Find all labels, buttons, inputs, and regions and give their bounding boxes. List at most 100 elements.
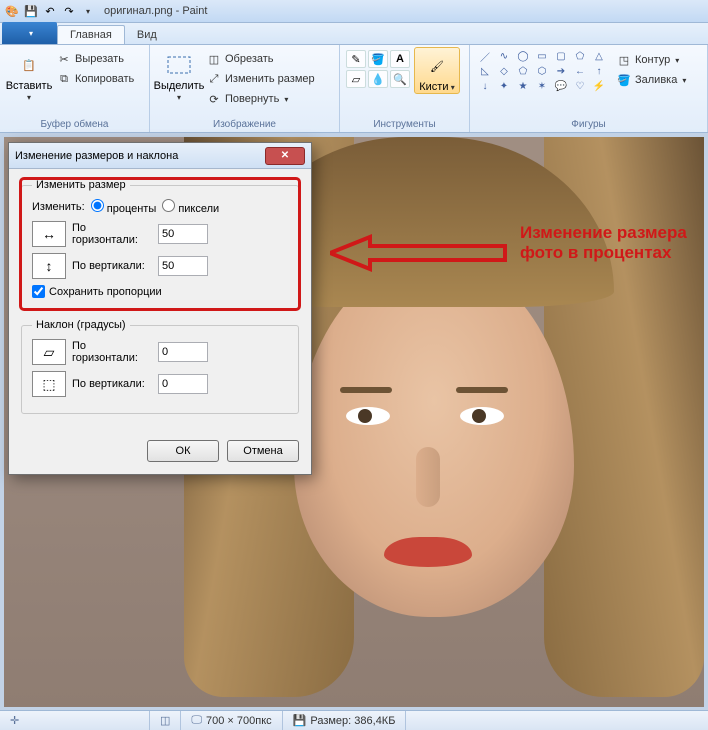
brush-icon: 🖌	[422, 52, 452, 80]
paste-icon: 📋	[14, 51, 44, 79]
shape-star6-icon[interactable]: ✶	[533, 79, 551, 93]
shapes-gallery[interactable]: ／∿◯▭▢⬠△ ◺◇⬠⬡➔←↑ ↓✦★✶💬♡⚡	[476, 47, 608, 93]
app-icon: 🎨	[4, 3, 20, 19]
picker-tool-icon[interactable]: 💧	[368, 70, 388, 88]
redo-icon[interactable]: ↷	[61, 3, 77, 19]
selection-icon: ◫	[160, 714, 170, 727]
group-clipboard-label: Буфер обмена	[6, 119, 143, 132]
eraser-tool-icon[interactable]: ▱	[346, 70, 366, 88]
status-dimensions: 🖵700 × 700пкс	[181, 711, 282, 730]
cancel-button[interactable]: Отмена	[227, 440, 299, 462]
radio-pixels[interactable]: пиксели	[162, 199, 219, 215]
quick-access-toolbar: 🎨 💾 ↶ ↷ ▾	[4, 3, 96, 19]
zoom-tool-icon[interactable]: 🔍	[390, 70, 410, 88]
group-tools-label: Инструменты	[346, 119, 463, 132]
shape-rect-icon[interactable]: ▭	[533, 49, 551, 63]
select-label: Выделить	[154, 81, 205, 103]
keep-ratio-checkbox[interactable]: Сохранить пропорции	[32, 285, 288, 298]
horiz-input[interactable]	[158, 224, 208, 244]
shape-diamond-icon[interactable]: ◇	[495, 64, 513, 78]
copy-icon: ⧉	[56, 71, 72, 87]
shape-pentagon-icon[interactable]: ⬠	[514, 64, 532, 78]
skew-horiz-input[interactable]	[158, 342, 208, 362]
title-bar: 🎨 💾 ↶ ↷ ▾ оригинал.png - Paint	[0, 0, 708, 23]
group-clipboard: 📋 Вставить ✂Вырезать ⧉Копировать Буфер о…	[0, 45, 150, 132]
outline-icon: ◳	[616, 52, 632, 68]
crop-button[interactable]: ◫Обрезать	[206, 50, 315, 68]
status-bar: ✛ ◫ 🖵700 × 700пкс 💾Размер: 386,4КБ	[0, 710, 708, 730]
pencil-tool-icon[interactable]: ✎	[346, 50, 366, 68]
annotation-arrow-icon	[330, 233, 510, 278]
shape-roundrect-icon[interactable]: ▢	[552, 49, 570, 63]
shape-star5-icon[interactable]: ★	[514, 79, 532, 93]
shape-callout-icon[interactable]: 💬	[552, 79, 570, 93]
skew-legend: Наклон (градусы)	[32, 319, 130, 331]
rotate-icon: ⟳	[206, 91, 222, 107]
tab-view[interactable]: Вид	[125, 26, 169, 44]
window-title: оригинал.png - Paint	[104, 5, 207, 17]
status-selection: ◫	[150, 711, 181, 730]
shape-oval-icon[interactable]: ◯	[514, 49, 532, 63]
shape-line-icon[interactable]: ／	[476, 49, 494, 63]
group-image-label: Изображение	[156, 119, 333, 132]
save-icon[interactable]: 💾	[23, 3, 39, 19]
keep-ratio-input[interactable]	[32, 285, 45, 298]
vert-input[interactable]	[158, 256, 208, 276]
shape-arrow-r-icon[interactable]: ➔	[552, 64, 570, 78]
vert-label: По вертикали:	[72, 260, 152, 272]
dialog-titlebar[interactable]: Изменение размеров и наклона ✕	[9, 143, 311, 169]
resize-legend: Изменить размер	[32, 179, 130, 191]
shape-lightning-icon[interactable]: ⚡	[590, 79, 608, 93]
horiz-resize-icon: ↔	[32, 221, 66, 247]
shape-triangle-icon[interactable]: △	[590, 49, 608, 63]
qat-dropdown-icon[interactable]: ▾	[80, 3, 96, 19]
shape-heart-icon[interactable]: ♡	[571, 79, 589, 93]
status-cursor: ✛	[0, 711, 150, 730]
group-tools: ✎ 🪣 A ▱ 💧 🔍 🖌 Кисти Инструменты	[340, 45, 470, 132]
dims-icon: 🖵	[191, 714, 202, 727]
shape-rtriangle-icon[interactable]: ◺	[476, 64, 494, 78]
copy-button[interactable]: ⧉Копировать	[56, 70, 134, 88]
select-button[interactable]: Выделить	[156, 47, 202, 103]
rotate-button[interactable]: ⟳Повернуть▾	[206, 90, 315, 108]
skew-horiz-icon: ▱	[32, 339, 66, 365]
file-tab[interactable]	[2, 22, 57, 44]
crop-icon: ◫	[206, 51, 222, 67]
fill-tool-icon[interactable]: 🪣	[368, 50, 388, 68]
text-tool-icon[interactable]: A	[390, 50, 410, 68]
resize-icon: ⤢	[206, 71, 222, 87]
group-image: Выделить ◫Обрезать ⤢Изменить размер ⟳Пов…	[150, 45, 340, 132]
resize-button[interactable]: ⤢Изменить размер	[206, 70, 315, 88]
horiz-label: По горизонтали:	[72, 222, 152, 246]
status-filesize: 💾Размер: 386,4КБ	[283, 711, 407, 730]
shape-hexagon-icon[interactable]: ⬡	[533, 64, 551, 78]
skew-vert-input[interactable]	[158, 374, 208, 394]
tab-main[interactable]: Главная	[57, 25, 125, 44]
cut-icon: ✂	[56, 51, 72, 67]
brushes-button[interactable]: 🖌 Кисти	[414, 47, 460, 94]
dialog-close-button[interactable]: ✕	[265, 147, 305, 165]
undo-icon[interactable]: ↶	[42, 3, 58, 19]
shape-fill-button[interactable]: 🪣Заливка▾	[616, 71, 686, 89]
shape-outline-button[interactable]: ◳Контур▾	[616, 51, 686, 69]
shape-polygon-icon[interactable]: ⬠	[571, 49, 589, 63]
skew-fieldset: Наклон (градусы) ▱ По горизонтали: ⬚ По …	[21, 319, 299, 414]
skew-vert-label: По вертикали:	[72, 378, 152, 390]
shape-curve-icon[interactable]: ∿	[495, 49, 513, 63]
ribbon: 📋 Вставить ✂Вырезать ⧉Копировать Буфер о…	[0, 45, 708, 133]
paste-button[interactable]: 📋 Вставить	[6, 47, 52, 103]
radio-pixels-input[interactable]	[162, 199, 175, 212]
shape-arrow-u-icon[interactable]: ↑	[590, 64, 608, 78]
shape-star4-icon[interactable]: ✦	[495, 79, 513, 93]
cursor-icon: ✛	[10, 714, 19, 727]
radio-percent[interactable]: проценты	[91, 199, 157, 215]
skew-vert-icon: ⬚	[32, 371, 66, 397]
cut-button[interactable]: ✂Вырезать	[56, 50, 134, 68]
shape-arrow-d-icon[interactable]: ↓	[476, 79, 494, 93]
shape-arrow-l-icon[interactable]: ←	[571, 64, 589, 78]
ok-button[interactable]: ОК	[147, 440, 219, 462]
change-label: Изменить:	[32, 201, 85, 213]
radio-percent-input[interactable]	[91, 199, 104, 212]
annotation-text: Изменение размера фото в процентах	[520, 223, 690, 263]
group-shapes-label: Фигуры	[476, 119, 701, 132]
